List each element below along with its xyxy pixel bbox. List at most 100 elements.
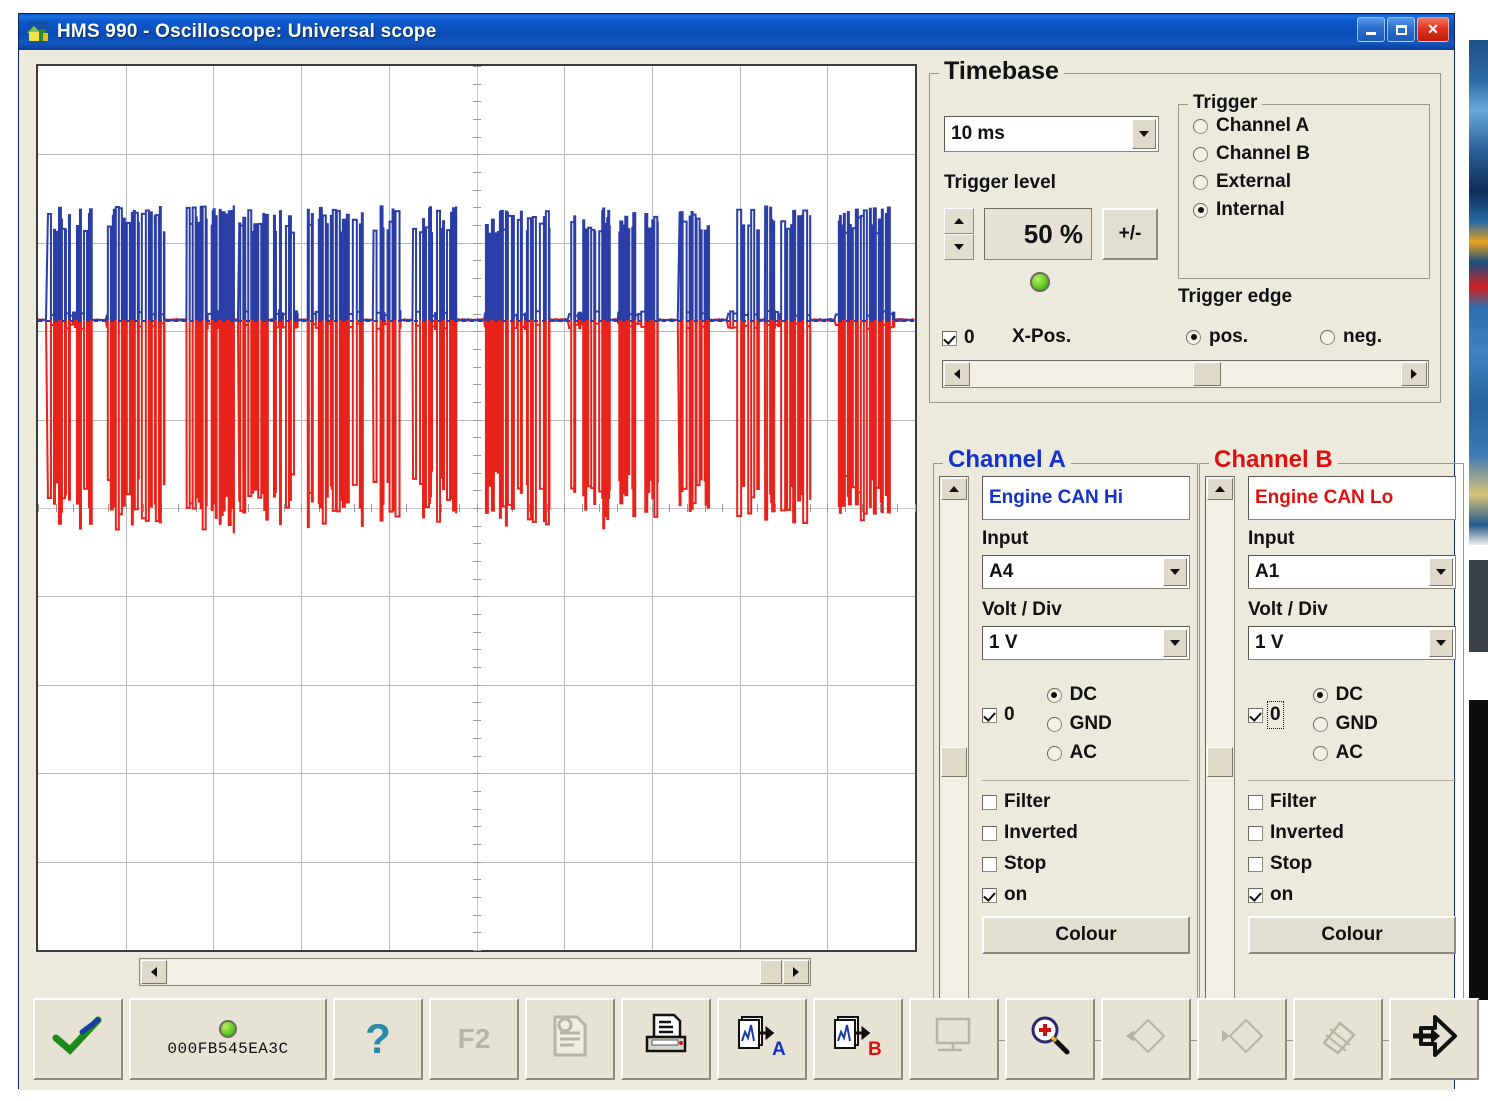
- scrollbar-track[interactable]: [168, 959, 760, 985]
- channel-b-coupling-ac[interactable]: AC: [1312, 742, 1378, 764]
- store-to-a-button[interactable]: A: [717, 998, 807, 1080]
- trigger-edge-neg[interactable]: neg.: [1320, 326, 1382, 348]
- channel-a-name-input[interactable]: Engine CAN Hi: [982, 476, 1190, 520]
- radio-glyph: [1046, 716, 1062, 732]
- spinner-up-icon[interactable]: [944, 208, 974, 234]
- timebase-value: 10 ms: [951, 123, 1005, 144]
- channel-a-vertical-scrollbar[interactable]: [939, 476, 969, 1029]
- trigger-edge-pos[interactable]: pos.: [1186, 326, 1248, 348]
- next-button[interactable]: [1197, 998, 1287, 1080]
- title-bar[interactable]: HMS 990 - Oscilloscope: Universal scope …: [19, 14, 1454, 50]
- prev-diamond-icon: [1120, 1016, 1172, 1062]
- chevron-down-icon[interactable]: [1163, 558, 1187, 586]
- channel-b-zero-checkbox[interactable]: 0: [1248, 701, 1284, 729]
- channel-a-inverted-checkbox[interactable]: Inverted: [982, 822, 1190, 844]
- chevron-down-icon[interactable]: [1163, 629, 1187, 657]
- channel-a-voltdiv-label: Volt / Div: [982, 599, 1062, 620]
- checkbox-glyph: [982, 887, 997, 903]
- zoom-button[interactable]: [1005, 998, 1095, 1080]
- close-icon[interactable]: ✕: [1417, 17, 1449, 42]
- print-button[interactable]: [621, 998, 711, 1080]
- radio-glyph: [1193, 202, 1208, 218]
- exit-arrow-icon: [1409, 1013, 1459, 1065]
- trigger-option-external[interactable]: External: [1193, 171, 1429, 193]
- background-window-strip-2: [1469, 560, 1488, 652]
- trigger-option-label: Internal: [1216, 199, 1285, 220]
- timebase-select[interactable]: 10 ms: [944, 116, 1159, 152]
- trigger-level-sign-button[interactable]: +/-: [1102, 208, 1158, 260]
- screen-button[interactable]: [909, 998, 999, 1080]
- store-to-b-button[interactable]: B: [813, 998, 903, 1080]
- printer-icon: [642, 1013, 690, 1065]
- xpos-scroll-thumb[interactable]: [1193, 362, 1221, 386]
- scroll-up-button[interactable]: [941, 478, 967, 500]
- chevron-down-icon[interactable]: [1132, 119, 1156, 149]
- trigger-option-channel-b[interactable]: Channel B: [1193, 143, 1429, 165]
- chevron-down-icon[interactable]: [1429, 629, 1453, 657]
- erase-button[interactable]: [1293, 998, 1383, 1080]
- xpos-scroll-left-button[interactable]: [944, 362, 970, 386]
- help-button[interactable]: ?: [333, 998, 423, 1080]
- channel-b-stop-checkbox[interactable]: Stop: [1248, 853, 1456, 875]
- channel-b-vertical-scrollbar[interactable]: [1205, 476, 1235, 1029]
- channel-a-on-checkbox[interactable]: on: [982, 884, 1190, 906]
- maximize-icon[interactable]: [1387, 17, 1415, 42]
- channel-b-voltdiv-select[interactable]: 1 V: [1248, 626, 1456, 660]
- channel-b-name-input[interactable]: Engine CAN Lo: [1248, 476, 1456, 520]
- scrollbar-thumb[interactable]: [760, 960, 782, 984]
- scrollbar-thumb[interactable]: [941, 747, 967, 777]
- channel-a-input-select[interactable]: A4: [982, 555, 1190, 589]
- svg-text:A: A: [772, 1039, 786, 1059]
- scroll-up-button[interactable]: [1207, 478, 1233, 500]
- scrollbar-track[interactable]: [940, 501, 968, 1004]
- ok-check-button[interactable]: [33, 998, 123, 1080]
- channel-b-coupling-gnd[interactable]: GND: [1312, 713, 1378, 735]
- channel-b-filter-label: Filter: [1270, 791, 1317, 812]
- channel-a-coupling-dc[interactable]: DC: [1046, 684, 1112, 706]
- scope-display[interactable]: [36, 64, 917, 952]
- minimize-icon[interactable]: [1357, 17, 1385, 42]
- channel-a-input-value: A4: [989, 561, 1014, 582]
- trigger-option-internal[interactable]: Internal: [1193, 199, 1429, 221]
- prev-button[interactable]: [1101, 998, 1191, 1080]
- exit-button[interactable]: [1389, 998, 1479, 1080]
- trigger-option-channel-a[interactable]: Channel A: [1193, 115, 1429, 137]
- bottom-toolbar: 000FB545EA3C ? F2 A B: [33, 998, 1479, 1080]
- spinner-down-icon[interactable]: [944, 234, 974, 260]
- xpos-track-left[interactable]: [971, 361, 1193, 387]
- report-button[interactable]: [525, 998, 615, 1080]
- channel-a-coupling-ac[interactable]: AC: [1046, 742, 1112, 764]
- f2-button[interactable]: F2: [429, 998, 519, 1080]
- checkbox-glyph: [982, 707, 997, 723]
- scope-horizontal-scrollbar[interactable]: [139, 958, 811, 986]
- timebase-title: Timebase: [939, 58, 1064, 84]
- xpos-track-right[interactable]: [1221, 361, 1400, 387]
- scroll-right-button[interactable]: [783, 960, 809, 984]
- eraser-icon: [1314, 1013, 1362, 1065]
- scrollbar-track[interactable]: [1206, 501, 1234, 1004]
- channel-b-colour-button[interactable]: Colour: [1248, 916, 1456, 954]
- channel-a-colour-button[interactable]: Colour: [982, 916, 1190, 954]
- channel-a-voltdiv-select[interactable]: 1 V: [982, 626, 1190, 660]
- scrollbar-thumb[interactable]: [1207, 747, 1233, 777]
- scroll-left-button[interactable]: [141, 960, 167, 984]
- channel-b-filter-checkbox[interactable]: Filter: [1248, 791, 1456, 813]
- xpos-scrollbar[interactable]: [942, 360, 1429, 388]
- channel-a-zero-checkbox[interactable]: 0: [982, 704, 1015, 726]
- xpos-checkbox[interactable]: 0: [942, 327, 975, 349]
- channel-b-coupling-dc[interactable]: DC: [1312, 684, 1378, 706]
- channel-a-coupling-gnd[interactable]: GND: [1046, 713, 1112, 735]
- channel-b-inverted-checkbox[interactable]: Inverted: [1248, 822, 1456, 844]
- axis-tick: [915, 504, 916, 512]
- radio-glyph: [1320, 329, 1335, 345]
- channel-b-on-checkbox[interactable]: on: [1248, 884, 1456, 906]
- channel-a-stop-checkbox[interactable]: Stop: [982, 853, 1190, 875]
- channel-a-filter-checkbox[interactable]: Filter: [982, 791, 1190, 813]
- coupling-label: AC: [1069, 742, 1098, 763]
- chevron-down-icon[interactable]: [1429, 558, 1453, 586]
- channel-b-input-select[interactable]: A1: [1248, 555, 1456, 589]
- xpos-scroll-right-button[interactable]: [1401, 362, 1427, 386]
- device-status-button[interactable]: 000FB545EA3C: [129, 998, 327, 1080]
- trigger-level-spinner[interactable]: [944, 208, 974, 260]
- trigger-level-value[interactable]: 50 %: [984, 208, 1092, 260]
